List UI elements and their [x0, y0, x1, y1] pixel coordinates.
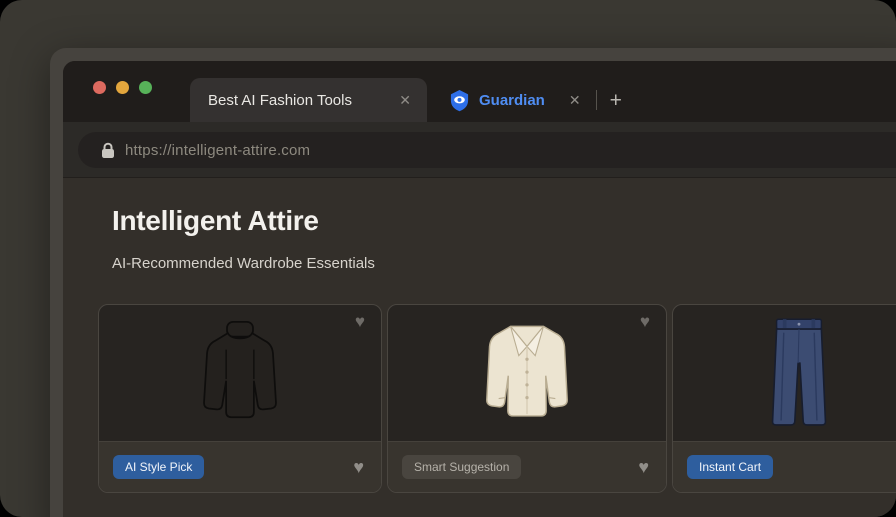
address-bar[interactable]: https://intelligent-attire.com	[78, 132, 896, 168]
cream-blouse-illustration	[486, 325, 568, 417]
minimize-window-button[interactable]	[116, 81, 129, 94]
zoom-window-button[interactable]	[139, 81, 152, 94]
product-card-sweater[interactable]: ♥ AI Style Pick ♥	[98, 304, 382, 493]
tab-title: Guardian	[479, 91, 545, 109]
card-footer: AI Style Pick ♥	[99, 441, 381, 492]
badge-ai-style-pick[interactable]: AI Style Pick	[113, 455, 205, 479]
tab-title: Best AI Fashion Tools	[208, 91, 352, 109]
page-title: Intelligent Attire	[112, 205, 319, 236]
webpage-content: Intelligent Attire AI-Recommended Wardro…	[63, 177, 896, 517]
tab-divider	[595, 90, 597, 110]
url-text: https://intelligent-attire.com	[125, 141, 311, 159]
close-tab-icon[interactable]: ✕	[569, 92, 581, 109]
guardian-shield-eye-icon	[449, 89, 470, 112]
lock-icon	[101, 142, 115, 159]
desktop-background: Best AI Fashion Tools ✕ Guardian ✕ + htt…	[0, 0, 896, 517]
browser-chrome: Best AI Fashion Tools ✕ Guardian ✕ + htt…	[63, 61, 896, 517]
badge-smart-suggestion[interactable]: Smart Suggestion	[402, 455, 522, 479]
favorite-heart-icon[interactable]: ♥	[355, 312, 365, 332]
product-image-trousers	[673, 305, 896, 441]
badge-instant-cart[interactable]: Instant Cart	[687, 455, 774, 479]
close-window-button[interactable]	[93, 81, 106, 94]
new-tab-button[interactable]: +	[610, 90, 622, 111]
favorite-heart-icon[interactable]: ♥	[640, 312, 650, 332]
product-card-trousers[interactable]: Instant Cart	[672, 304, 896, 493]
page-subtitle: AI-Recommended Wardrobe Essentials	[112, 255, 375, 272]
turtleneck-sweater-illustration	[203, 321, 277, 419]
navy-trousers-illustration	[771, 318, 827, 426]
product-image-sweater: ♥	[99, 305, 381, 441]
tab-bar: Best AI Fashion Tools ✕ Guardian ✕ +	[63, 61, 896, 122]
like-heart-icon[interactable]: ♥	[638, 457, 649, 478]
tab-guardian[interactable]: Guardian ✕ +	[449, 78, 622, 122]
product-card-blouse[interactable]: ♥ Smart Suggestion ♥	[387, 304, 667, 493]
close-tab-icon[interactable]: ✕	[399, 92, 411, 109]
toolbar: https://intelligent-attire.com	[63, 122, 896, 177]
browser-window: Best AI Fashion Tools ✕ Guardian ✕ + htt…	[50, 48, 896, 517]
card-footer: Smart Suggestion ♥	[388, 441, 666, 492]
product-card-row: ♥ AI Style Pick ♥ ♥ Smart Suggestion ♥ I…	[98, 304, 896, 493]
window-controls	[93, 81, 152, 94]
like-heart-icon[interactable]: ♥	[353, 457, 364, 478]
product-image-blouse: ♥	[388, 305, 666, 441]
card-footer: Instant Cart	[673, 441, 896, 492]
tab-best-ai-fashion-tools[interactable]: Best AI Fashion Tools ✕	[190, 78, 427, 122]
